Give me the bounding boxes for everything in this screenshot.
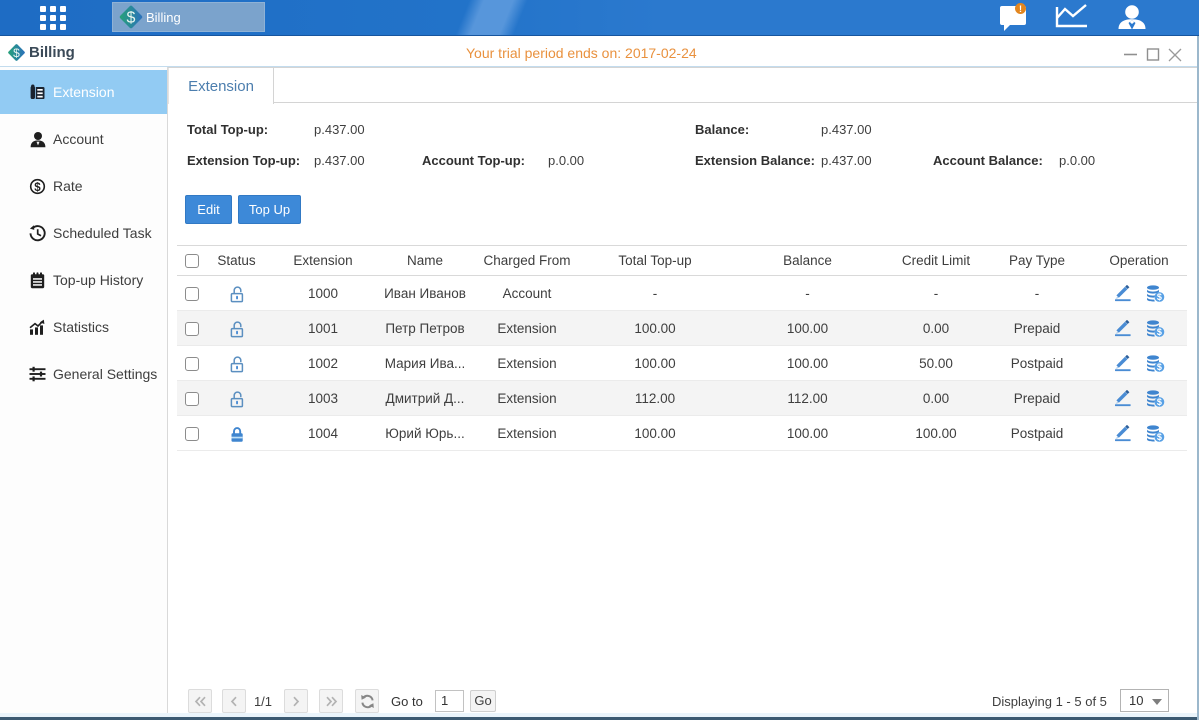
svg-text:$: $ — [1156, 397, 1161, 407]
svg-text:$: $ — [13, 46, 20, 60]
svg-text:$: $ — [1156, 292, 1161, 302]
svg-text:$: $ — [1156, 327, 1161, 337]
svg-text:$: $ — [34, 182, 41, 194]
svg-text:!: ! — [1019, 4, 1022, 14]
svg-text:$: $ — [127, 10, 136, 27]
svg-text:$: $ — [1156, 362, 1161, 372]
svg-text:$: $ — [1156, 432, 1161, 442]
